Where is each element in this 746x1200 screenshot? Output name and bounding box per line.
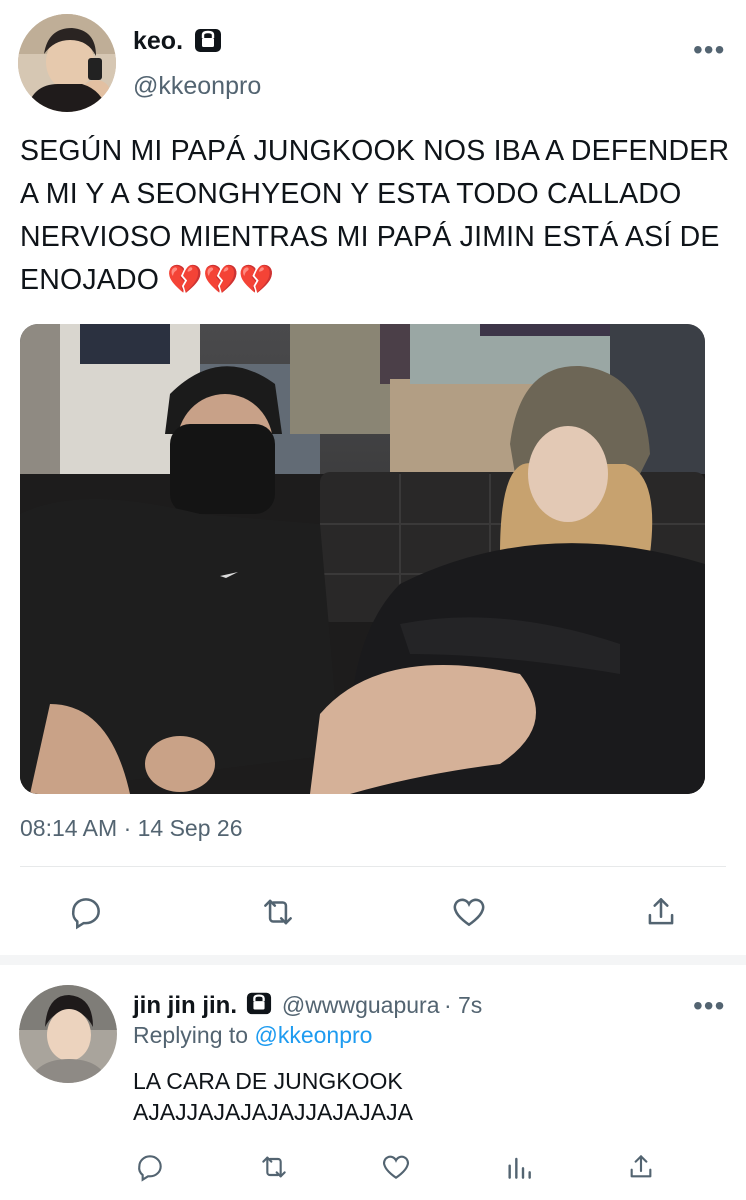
more-options-icon[interactable]: •••	[693, 34, 725, 66]
reply-text-line1: LA CARA DE JUNGKOOK	[133, 1068, 403, 1094]
share-icon[interactable]	[625, 1151, 657, 1183]
section-divider	[0, 955, 746, 965]
retweet-icon[interactable]	[258, 893, 298, 931]
retweet-icon[interactable]	[257, 1151, 291, 1183]
lock-icon	[193, 26, 223, 59]
lock-icon	[245, 990, 273, 1021]
like-icon[interactable]	[450, 893, 488, 931]
reply-header: jin jin jin. @wwwguapura · 7s	[133, 990, 482, 1021]
main-author-avatar[interactable]	[18, 14, 116, 112]
tweet-photo[interactable]	[20, 324, 705, 794]
reply-author-handle[interactable]: @wwwguapura	[282, 992, 440, 1018]
more-options-icon[interactable]: •••	[693, 990, 725, 1022]
main-tweet-text: SEGÚN MI PAPÁ JUNGKOOK NOS IBA A DEFENDE…	[20, 135, 730, 296]
tweet-timestamp[interactable]: 08:14 AM · 14 Sep 26	[20, 815, 243, 842]
replying-to-label: Replying to	[133, 1022, 249, 1048]
like-icon[interactable]	[380, 1151, 412, 1183]
share-icon[interactable]	[642, 893, 680, 931]
reply-icon[interactable]	[67, 893, 105, 931]
reply-author-name[interactable]: jin jin jin.	[133, 992, 237, 1019]
reply-time: · 7s	[443, 992, 483, 1018]
reply-text-line2: AJAJJAJAJAJAJJAJAJAJA	[133, 1099, 413, 1125]
views-icon[interactable]	[503, 1151, 535, 1183]
main-author-name[interactable]: keo.	[133, 27, 183, 56]
replying-to-handle[interactable]: @kkeonpro	[254, 1022, 372, 1048]
divider	[20, 866, 726, 867]
reply-icon[interactable]	[134, 1151, 166, 1183]
replying-to: Replying to @kkeonpro	[133, 1022, 372, 1049]
reply-author-avatar[interactable]	[19, 985, 117, 1083]
main-author-handle[interactable]: @kkeonpro	[133, 72, 261, 101]
